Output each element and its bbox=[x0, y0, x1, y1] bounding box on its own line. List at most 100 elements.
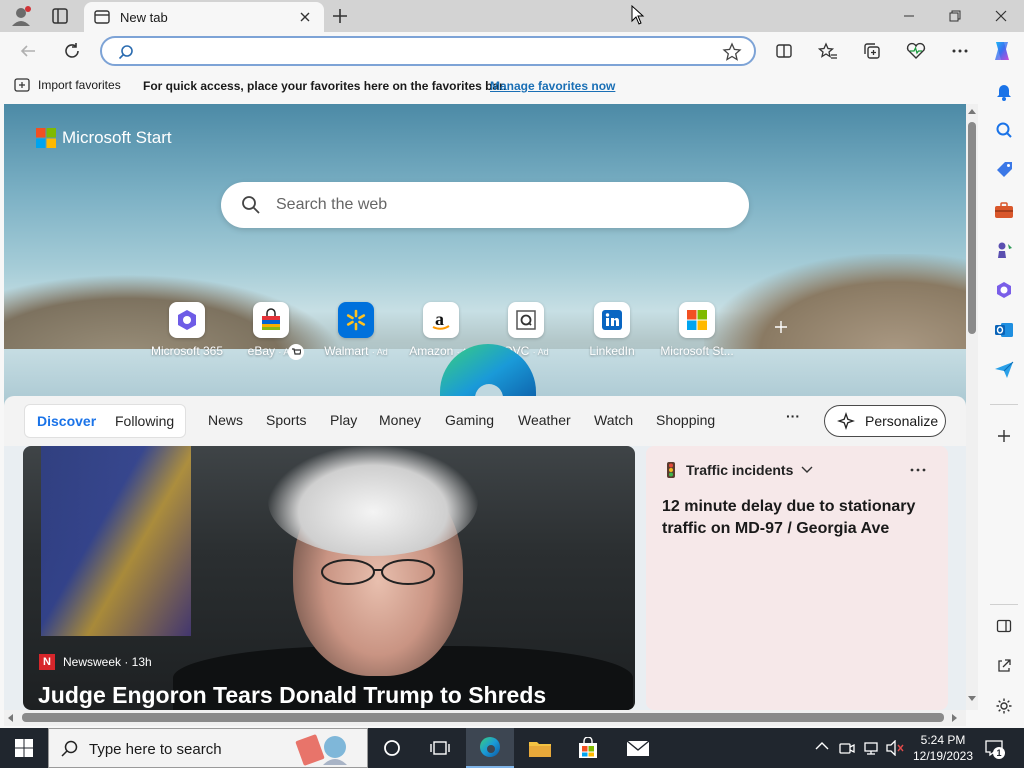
manage-favorites-link[interactable]: Manage favorites now bbox=[490, 79, 615, 93]
microsoft-logo-icon bbox=[36, 128, 56, 148]
mail-icon[interactable] bbox=[614, 728, 662, 768]
scroll-up-icon[interactable] bbox=[968, 108, 976, 114]
tab-discover[interactable]: Discover bbox=[37, 413, 96, 429]
quicklink-microsoft-365[interactable]: Microsoft 365 bbox=[142, 302, 232, 358]
card-headline[interactable]: Judge Engoron Tears Donald Trump to Shre… bbox=[38, 682, 546, 709]
task-view-icon[interactable] bbox=[416, 728, 464, 768]
traffic-more-icon[interactable] bbox=[910, 468, 926, 472]
qvc-icon bbox=[508, 302, 544, 338]
walmart-spark-icon bbox=[338, 302, 374, 338]
edge-sidebar bbox=[984, 70, 1024, 728]
add-sidebar-app-icon[interactable] bbox=[992, 424, 1016, 448]
quicklink-linkedin[interactable]: LinkedIn bbox=[567, 302, 657, 358]
amazon-a-icon: a bbox=[423, 302, 459, 338]
refresh-button[interactable] bbox=[58, 38, 86, 64]
split-screen-icon[interactable] bbox=[770, 38, 798, 64]
notifications-bell-icon[interactable] bbox=[992, 80, 1016, 104]
tab-new-tab[interactable]: New tab bbox=[84, 2, 324, 32]
taskbar-edge-icon[interactable] bbox=[466, 728, 514, 768]
taskbar-search-box[interactable]: Type here to search bbox=[48, 728, 368, 768]
action-center-icon[interactable]: 1 bbox=[984, 738, 1005, 759]
newsweek-logo-icon: N bbox=[39, 654, 55, 670]
new-tab-button[interactable] bbox=[330, 6, 350, 26]
tab-play[interactable]: Play bbox=[330, 412, 357, 428]
horizontal-scroll-thumb[interactable] bbox=[22, 713, 944, 722]
tab-following[interactable]: Following bbox=[115, 413, 174, 429]
close-window-button[interactable] bbox=[978, 0, 1024, 32]
collections-icon[interactable] bbox=[858, 38, 886, 64]
favorites-icon[interactable] bbox=[814, 38, 842, 64]
tab-shopping[interactable]: Shopping bbox=[656, 412, 715, 428]
scroll-left-icon[interactable] bbox=[7, 714, 13, 722]
quicklink-label: Walmart bbox=[324, 344, 369, 358]
games-chess-icon[interactable] bbox=[992, 238, 1016, 262]
address-bar[interactable] bbox=[100, 36, 756, 66]
shopping-tag-icon[interactable] bbox=[992, 158, 1016, 182]
traffic-title: Traffic incidents bbox=[686, 462, 794, 478]
card-source-label: Newsweek · 13h bbox=[63, 655, 152, 669]
network-icon[interactable] bbox=[863, 740, 879, 756]
svg-text:a: a bbox=[435, 309, 444, 329]
tab-title: New tab bbox=[120, 10, 168, 25]
tab-money[interactable]: Money bbox=[379, 412, 421, 428]
system-clock[interactable]: 5:24 PM 12/19/2023 bbox=[912, 732, 974, 764]
restore-button[interactable] bbox=[932, 0, 978, 32]
notification-count-badge: 1 bbox=[993, 747, 1005, 759]
meet-now-icon[interactable] bbox=[839, 740, 855, 756]
traffic-card[interactable]: Traffic incidents 12 minute delay due to… bbox=[646, 446, 948, 710]
external-link-icon[interactable] bbox=[992, 654, 1016, 678]
add-quicklink-icon[interactable] bbox=[774, 320, 788, 334]
quicklink-microsoft-store[interactable]: Microsoft St... bbox=[652, 302, 742, 358]
import-icon bbox=[14, 78, 30, 92]
scroll-right-icon[interactable] bbox=[952, 714, 958, 722]
settings-gear-icon[interactable] bbox=[992, 694, 1016, 718]
send-paper-plane-icon[interactable] bbox=[992, 358, 1016, 382]
hide-sidebar-icon[interactable] bbox=[992, 614, 1016, 638]
tab-weather[interactable]: Weather bbox=[518, 412, 571, 428]
quicklink-label: Microsoft St... bbox=[660, 344, 734, 358]
copilot-icon[interactable] bbox=[988, 38, 1016, 64]
favorite-star-icon[interactable] bbox=[722, 42, 742, 62]
scroll-down-icon[interactable] bbox=[968, 696, 976, 702]
browser-essentials-icon[interactable] bbox=[902, 38, 930, 64]
back-button[interactable] bbox=[14, 38, 42, 64]
more-tabs-button[interactable]: ··· bbox=[786, 408, 800, 424]
discover-following-toggle: Discover Following bbox=[24, 404, 186, 438]
sidebar-divider bbox=[990, 404, 1018, 405]
web-search-box[interactable]: Search the web bbox=[221, 182, 749, 228]
tab-news[interactable]: News bbox=[208, 412, 243, 428]
personalize-button[interactable]: Personalize bbox=[824, 405, 946, 437]
favorites-bar-message: For quick access, place your favorites h… bbox=[143, 79, 507, 93]
close-tab-icon[interactable] bbox=[298, 10, 312, 24]
volume-muted-icon[interactable] bbox=[886, 740, 904, 756]
news-card[interactable]: N Newsweek · 13h Judge Engoron Tears Don… bbox=[23, 446, 635, 710]
taskbar-search-placeholder: Type here to search bbox=[89, 741, 222, 758]
traffic-header[interactable]: Traffic incidents bbox=[664, 462, 813, 478]
tab-actions-icon[interactable] bbox=[50, 6, 70, 26]
outlook-icon[interactable] bbox=[992, 318, 1016, 342]
traffic-light-icon bbox=[667, 462, 675, 478]
cortana-icon[interactable] bbox=[368, 728, 416, 768]
tab-sports[interactable]: Sports bbox=[266, 412, 306, 428]
microsoft-365-icon[interactable] bbox=[992, 278, 1016, 302]
profile-icon[interactable] bbox=[8, 4, 34, 28]
tab-gaming[interactable]: Gaming bbox=[445, 412, 494, 428]
tools-briefcase-icon[interactable] bbox=[992, 198, 1016, 222]
horizontal-scrollbar[interactable] bbox=[4, 710, 966, 726]
mouse-cursor-icon bbox=[631, 5, 645, 25]
vertical-scrollbar[interactable] bbox=[966, 104, 978, 710]
traffic-body[interactable]: 12 minute delay due to stationary traffi… bbox=[662, 496, 932, 540]
tab-watch[interactable]: Watch bbox=[594, 412, 633, 428]
personalize-sparkle-icon bbox=[837, 412, 855, 430]
microsoft-store-taskbar-icon[interactable] bbox=[564, 728, 612, 768]
file-explorer-icon[interactable] bbox=[516, 728, 564, 768]
microsoft-start-logo[interactable]: Microsoft Start bbox=[36, 128, 172, 148]
more-options-icon[interactable] bbox=[946, 38, 974, 64]
quicklink-walmart[interactable]: Walmart · Ad bbox=[311, 302, 401, 358]
vertical-scroll-thumb[interactable] bbox=[968, 122, 976, 334]
show-hidden-icons-chevron-icon[interactable] bbox=[815, 741, 829, 751]
sidebar-search-icon[interactable] bbox=[992, 118, 1016, 142]
minimize-button[interactable] bbox=[886, 0, 932, 32]
import-favorites-button[interactable]: Import favorites bbox=[14, 78, 121, 92]
start-button[interactable] bbox=[0, 728, 48, 768]
